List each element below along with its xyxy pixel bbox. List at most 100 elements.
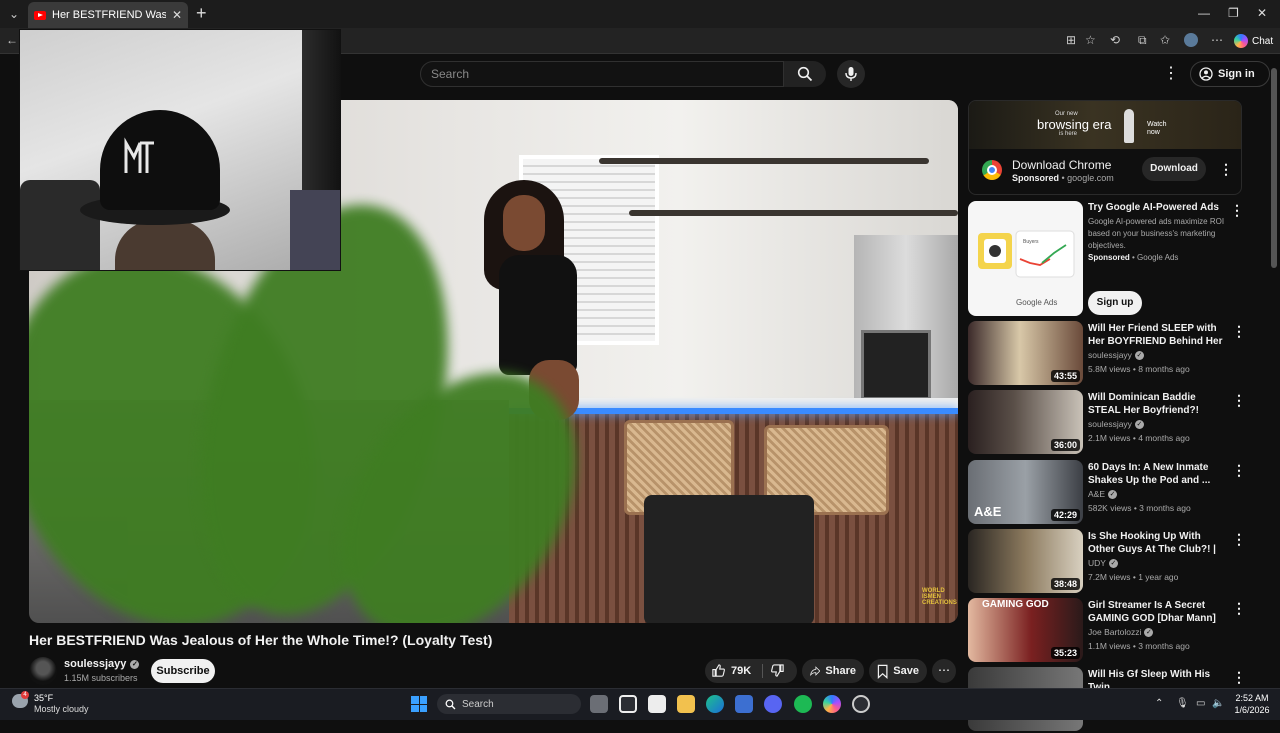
capcut-icon[interactable] (619, 695, 637, 713)
recommendation-channel-label: Joe Bartolozzi (1088, 627, 1142, 637)
favorites-icon[interactable]: ✩ (1160, 33, 1170, 47)
discord-icon[interactable] (764, 695, 782, 713)
recommendation-menu-icon[interactable]: ⋮ (1232, 669, 1246, 686)
microsoft-store-icon[interactable] (735, 695, 753, 713)
new-tab-icon[interactable]: + (196, 4, 207, 22)
channel-avatar[interactable] (29, 657, 57, 685)
recommendation-channel[interactable]: UDY ✓ (1088, 558, 1118, 568)
video-duration: 43:55 (1050, 370, 1080, 382)
thumbs-up-icon (712, 664, 725, 677)
recommendation-title[interactable]: Will Dominican Baddie STEAL Her Boyfrien… (1088, 391, 1228, 417)
copilot-taskbar-icon[interactable] (823, 695, 841, 713)
recommendation-thumbnail[interactable]: GAMING GOD 35:23 (968, 598, 1083, 662)
video-duration: 38:48 (1050, 578, 1080, 590)
recommendation-menu-icon[interactable]: ⋮ (1232, 392, 1246, 409)
google-ads-thumbnail[interactable]: Google Ads Buyers (968, 201, 1083, 316)
extensions-icon[interactable]: ⟲ (1110, 33, 1120, 47)
reader-view-icon[interactable]: ⊞ (1066, 33, 1076, 47)
chrome-ad-title[interactable]: Download Chrome (1012, 158, 1111, 172)
recommendation-title[interactable]: Is She Hooking Up With Other Guys At The… (1088, 530, 1228, 556)
file-explorer-icon[interactable] (677, 695, 695, 713)
back-icon[interactable]: ← (6, 33, 18, 47)
bookmark-icon (877, 664, 888, 679)
taskbar-search[interactable]: Search (437, 694, 581, 714)
recommendation-menu-icon[interactable]: ⋮ (1232, 323, 1246, 340)
subscribe-button[interactable]: Subscribe (151, 659, 215, 683)
chatgpt-icon[interactable] (852, 695, 870, 713)
recommendation-item[interactable]: 43:55 Will Her Friend SLEEP with Her BOY… (968, 321, 1246, 387)
dislike-button[interactable] (770, 663, 785, 683)
spotify-icon[interactable] (794, 695, 812, 713)
task-view-icon[interactable] (590, 695, 608, 713)
chrome-ad-meta: Sponsored • google.com (1012, 173, 1114, 183)
sign-in-label: Sign in (1218, 68, 1255, 80)
notepad-icon[interactable] (648, 695, 666, 713)
page-scrollbar[interactable] (1271, 68, 1277, 268)
recommendation-menu-icon[interactable]: ⋮ (1232, 531, 1246, 548)
like-button[interactable]: 79K (711, 663, 751, 678)
profile-icon[interactable] (1184, 33, 1198, 47)
taskbar-clock[interactable]: 2:52 AM 1/6/2026 (1232, 692, 1272, 716)
recommendation-menu-icon[interactable]: ⋮ (1232, 462, 1246, 479)
tab-youtube[interactable]: Her BESTFRIEND Was Jealous of Her ✕ (28, 2, 188, 28)
save-button[interactable]: Save (869, 659, 927, 683)
chrome-ad-menu-icon[interactable]: ⋮ (1219, 161, 1233, 178)
google-ads-menu-icon[interactable]: ⋮ (1230, 202, 1244, 219)
verified-icon: ✓ (130, 659, 140, 669)
google-ads-title[interactable]: Try Google AI-Powered Ads (1088, 202, 1219, 213)
recommendation-item[interactable]: GAMING GOD 35:23 Girl Streamer Is A Secr… (968, 598, 1246, 664)
copilot-chat-button[interactable]: Chat (1230, 31, 1276, 51)
windows-start-icon[interactable] (411, 696, 427, 712)
microphone-tray-icon[interactable]: 🎙 (1176, 698, 1189, 709)
sign-up-button[interactable]: Sign up (1088, 291, 1142, 315)
recommendation-channel[interactable]: soulessjayy ✓ (1088, 350, 1144, 360)
chrome-logo-icon (982, 160, 1002, 180)
download-chrome-button[interactable]: Download (1142, 157, 1206, 181)
recommendation-item[interactable]: A&E 42:29 60 Days In: A New Inmate Shake… (968, 460, 1246, 526)
show-hidden-icons-icon[interactable]: ⌃ (1155, 698, 1163, 709)
recommendation-meta: 582K views • 3 months ago (1088, 503, 1191, 513)
restore-icon[interactable]: ❐ (1228, 6, 1239, 20)
share-button[interactable]: Share (802, 659, 864, 683)
favorite-star-icon[interactable]: ☆ (1085, 33, 1096, 47)
mets-cap-logo (124, 137, 154, 173)
voice-search-button[interactable] (837, 60, 865, 88)
weather-description[interactable]: Mostly cloudy (34, 704, 89, 714)
recommendation-menu-icon[interactable]: ⋮ (1232, 600, 1246, 617)
weather-temperature[interactable]: 35°F (34, 693, 53, 703)
webcam-overlay (19, 29, 341, 271)
recommendation-channel[interactable]: A&E ✓ (1088, 489, 1118, 499)
recommendation-title[interactable]: Girl Streamer Is A Secret GAMING GOD [Dh… (1088, 599, 1228, 625)
recommendation-channel[interactable]: soulessjayy ✓ (1088, 419, 1144, 429)
recommendation-item[interactable]: 38:48 Is She Hooking Up With Other Guys … (968, 529, 1246, 595)
search-input[interactable]: Search (420, 61, 784, 87)
browser-menu-icon[interactable]: ⋯ (1211, 33, 1223, 47)
sign-in-button[interactable]: Sign in (1190, 61, 1270, 87)
volume-icon[interactable]: 🔈 (1212, 698, 1224, 709)
network-icon[interactable]: ▭ (1196, 698, 1205, 709)
verified-icon: ✓ (1108, 489, 1118, 499)
recommendation-title[interactable]: 60 Days In: A New Inmate Shakes Up the P… (1088, 461, 1228, 487)
webcam-box (290, 190, 340, 270)
tab-close-icon[interactable]: ✕ (172, 8, 182, 22)
edge-icon[interactable] (706, 695, 724, 713)
more-actions-icon[interactable]: ⋯ (932, 659, 956, 683)
close-window-icon[interactable]: ✕ (1257, 6, 1267, 20)
chrome-ad-domain: google.com (1067, 173, 1114, 183)
like-divider (762, 664, 763, 678)
recommendation-thumbnail[interactable]: 36:00 (968, 390, 1083, 454)
settings-menu-icon[interactable]: ⋮ (1163, 63, 1179, 83)
tab-actions-icon[interactable]: ⌄ (4, 4, 24, 24)
recommendation-title[interactable]: Will Her Friend SLEEP with Her BOYFRIEND… (1088, 322, 1228, 348)
channel-name[interactable]: soulessjayy ✓ (64, 658, 140, 670)
recommendation-item[interactable]: 36:00 Will Dominican Baddie STEAL Her Bo… (968, 390, 1246, 456)
split-screen-icon[interactable]: ⧉ (1138, 33, 1147, 48)
recommendation-thumbnail[interactable]: 38:48 (968, 529, 1083, 593)
minimize-icon[interactable]: — (1198, 6, 1210, 20)
chrome-ad-watch-now[interactable]: Watch now (1147, 121, 1177, 137)
recommendation-thumbnail[interactable]: A&E 42:29 (968, 460, 1083, 524)
recommendation-thumbnail[interactable]: 43:55 (968, 321, 1083, 385)
recommendation-channel[interactable]: Joe Bartolozzi ✓ (1088, 627, 1154, 637)
tab-title: Her BESTFRIEND Was Jealous of Her (52, 9, 166, 21)
search-button[interactable] (784, 61, 826, 87)
